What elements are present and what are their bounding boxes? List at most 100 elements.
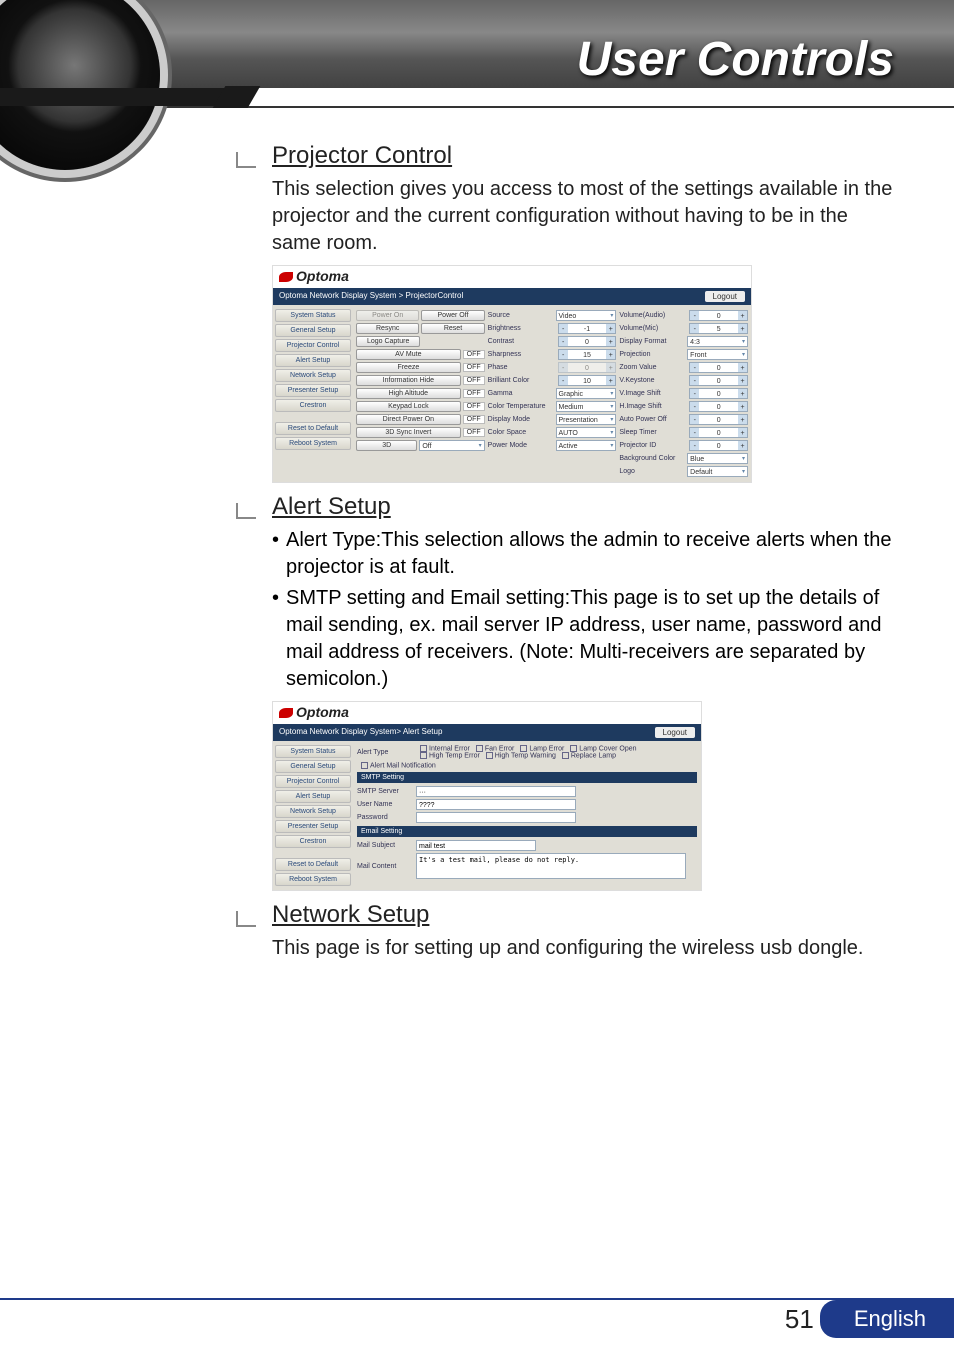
high-altitude-state: OFF (463, 389, 485, 398)
high-altitude-button[interactable]: High Altitude (356, 388, 461, 399)
section-title-network-setup: Network Setup (272, 901, 904, 929)
mail-subject-input[interactable]: mail test (416, 840, 536, 851)
logout-button[interactable]: Logout (655, 727, 695, 738)
color-temp-select[interactable]: Medium▾ (556, 401, 617, 412)
color-space-label: Color Space (488, 429, 554, 436)
vkeystone-spinner[interactable]: -0+ (689, 375, 748, 386)
mail-content-label: Mail Content (357, 863, 412, 870)
contrast-label: Contrast (488, 338, 556, 345)
page-number: 51 (785, 1304, 814, 1335)
sidebar-item-reboot[interactable]: Reboot System (275, 437, 351, 450)
checkbox-icon[interactable] (420, 752, 427, 759)
three-d-select[interactable]: Off▾ (419, 440, 484, 451)
sidebar-item-alert-setup[interactable]: Alert Setup (275, 790, 351, 803)
reset-button[interactable]: Reset (421, 323, 484, 334)
header-title: User Controls (577, 32, 894, 87)
three-d-button[interactable]: 3D (356, 440, 417, 451)
vkeystone-label: V.Keystone (619, 377, 687, 384)
projector-id-spinner[interactable]: -0+ (689, 440, 748, 451)
mail-subject-label: Mail Subject (357, 842, 412, 849)
logout-button[interactable]: Logout (705, 291, 745, 302)
chevron-down-icon: ▾ (610, 441, 613, 450)
section-title-projector-control: Projector Control (272, 142, 904, 170)
vol-mic-spinner[interactable]: -5+ (689, 323, 748, 334)
logo-capture-button[interactable]: Logo Capture (356, 336, 420, 347)
sharpness-spinner[interactable]: -15+ (558, 349, 617, 360)
sidebar-item-general-setup[interactable]: General Setup (275, 324, 351, 337)
chevron-down-icon: ▾ (610, 402, 613, 411)
projection-select[interactable]: Front▾ (687, 349, 748, 360)
resync-button[interactable]: Resync (356, 323, 419, 334)
alert-main: Alert Type Internal Error Fan Error Lamp… (353, 741, 701, 890)
brightness-spinner[interactable]: --1+ (558, 323, 617, 334)
av-mute-button[interactable]: AV Mute (356, 349, 461, 360)
col-power: Power OnPower Off ResyncReset Logo Captu… (356, 308, 485, 479)
sidebar-item-network-setup[interactable]: Network Setup (275, 805, 351, 818)
sync-invert-button[interactable]: 3D Sync Invert (356, 427, 461, 438)
logo-label: Logo (619, 468, 685, 475)
brilliant-label: Brilliant Color (488, 377, 556, 384)
info-hide-button[interactable]: Information Hide (356, 375, 461, 386)
sidebar-item-crestron[interactable]: Crestron (275, 835, 351, 848)
sidebar-item-projector-control[interactable]: Projector Control (275, 339, 351, 352)
sidebar-item-reset-default[interactable]: Reset to Default (275, 858, 351, 871)
chevron-down-icon: ▾ (610, 428, 613, 437)
col-image: SourceVideo▾ Brightness--1+ Contrast-0+ … (488, 308, 617, 479)
smtp-server-input[interactable]: ··· (416, 786, 576, 797)
sharpness-label: Sharpness (488, 351, 556, 358)
smtp-server-label: SMTP Server (357, 788, 412, 795)
settings-grid: Power OnPower Off ResyncReset Logo Captu… (353, 305, 751, 482)
sleep-timer-label: Sleep Timer (619, 429, 687, 436)
freeze-button[interactable]: Freeze (356, 362, 461, 373)
sidebar-item-presenter-setup[interactable]: Presenter Setup (275, 384, 351, 397)
contrast-spinner[interactable]: -0+ (558, 336, 617, 347)
sidebar-item-network-setup[interactable]: Network Setup (275, 369, 351, 382)
disp-format-select[interactable]: 4:3▾ (687, 336, 748, 347)
power-on-button[interactable]: Power On (356, 310, 419, 321)
sidebar-item-general-setup[interactable]: General Setup (275, 760, 351, 773)
logo-select[interactable]: Default▾ (687, 466, 748, 477)
user-name-input[interactable]: ???? (416, 799, 576, 810)
sidebar-item-system-status[interactable]: System Status (275, 309, 351, 322)
brilliant-spinner[interactable]: -10+ (558, 375, 617, 386)
auto-power-off-label: Auto Power Off (619, 416, 687, 423)
sidebar-item-presenter-setup[interactable]: Presenter Setup (275, 820, 351, 833)
chevron-down-icon: ▾ (479, 441, 482, 450)
checkbox-icon[interactable] (520, 745, 527, 752)
checkbox-icon[interactable] (562, 752, 569, 759)
mail-content-textarea[interactable]: It's a test mail, please do not reply. (416, 853, 686, 879)
sidebar-item-reset-default[interactable]: Reset to Default (275, 422, 351, 435)
gamma-select[interactable]: Graphic▾ (556, 388, 617, 399)
sidebar: System Status General Setup Projector Co… (273, 741, 353, 890)
display-mode-select[interactable]: Presentation▾ (556, 414, 617, 425)
color-space-select[interactable]: AUTO▾ (556, 427, 617, 438)
breadcrumb-bar: Optoma Network Display System> Alert Set… (273, 724, 701, 741)
checkbox-icon[interactable] (486, 752, 493, 759)
freeze-state: OFF (463, 363, 485, 372)
bg-color-select[interactable]: Blue▾ (687, 453, 748, 464)
sidebar-item-projector-control[interactable]: Projector Control (275, 775, 351, 788)
sleep-timer-spinner[interactable]: -0+ (689, 427, 748, 438)
power-off-button[interactable]: Power Off (421, 310, 484, 321)
checkbox-icon[interactable] (361, 762, 368, 769)
checkbox-icon[interactable] (476, 745, 483, 752)
direct-power-button[interactable]: Direct Power On (356, 414, 461, 425)
vol-audio-spinner[interactable]: -0+ (689, 310, 748, 321)
sidebar-item-alert-setup[interactable]: Alert Setup (275, 354, 351, 367)
hshift-spinner[interactable]: -0+ (689, 401, 748, 412)
password-input[interactable] (416, 812, 576, 823)
zoom-spinner[interactable]: -0+ (689, 362, 748, 373)
checkbox-icon[interactable] (420, 745, 427, 752)
vshift-spinner[interactable]: -0+ (689, 388, 748, 399)
source-select[interactable]: Video▾ (556, 310, 617, 321)
sidebar-item-crestron[interactable]: Crestron (275, 399, 351, 412)
power-mode-select[interactable]: Active▾ (556, 440, 617, 451)
auto-power-off-spinner[interactable]: -0+ (689, 414, 748, 425)
checkbox-icon[interactable] (570, 745, 577, 752)
sidebar-item-system-status[interactable]: System Status (275, 745, 351, 758)
keypad-lock-button[interactable]: Keypad Lock (356, 401, 461, 412)
alert-bullet-1: •Alert Type:This selection allows the ad… (272, 527, 894, 581)
hshift-label: H.Image Shift (619, 403, 687, 410)
power-mode-label: Power Mode (488, 442, 554, 449)
sidebar-item-reboot[interactable]: Reboot System (275, 873, 351, 886)
